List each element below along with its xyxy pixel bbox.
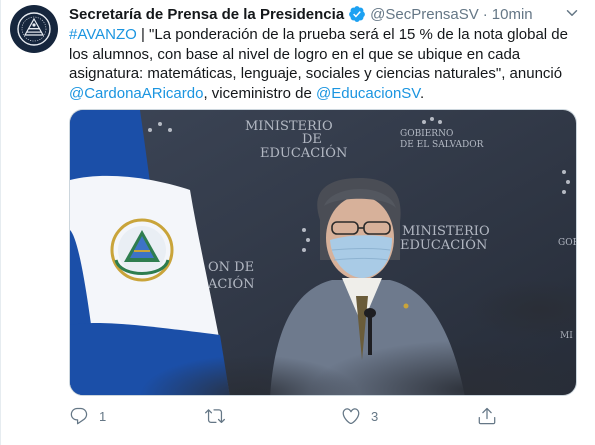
- mention-link-cardona[interactable]: @CardonaARicardo: [69, 85, 203, 102]
- avatar[interactable]: [10, 5, 58, 53]
- heart-icon: [342, 408, 360, 425]
- display-name[interactable]: Secretaría de Prensa de la Presidencia: [69, 6, 344, 23]
- separator-dot: ·: [482, 5, 488, 23]
- tweet-text-body: , viceministro de: [203, 84, 317, 102]
- el-salvador-seal-icon: [17, 12, 51, 46]
- reply-button[interactable]: 1: [69, 404, 106, 428]
- backdrop-text: ACIÓN: [207, 275, 255, 292]
- tweet-card[interactable]: Secretaría de Prensa de la Presidencia @…: [0, 0, 595, 445]
- mention-link-educacion[interactable]: @EducacionSV: [316, 85, 420, 102]
- hashtag-link[interactable]: #AVANZO: [69, 26, 137, 43]
- like-count: 3: [371, 408, 379, 424]
- like-button[interactable]: 3: [341, 404, 378, 428]
- backdrop-text: GOBIERNO: [400, 129, 453, 139]
- share-icon: [478, 407, 496, 425]
- backdrop-text: MINISTERIO: [402, 224, 490, 239]
- timestamp[interactable]: 10min: [492, 6, 533, 23]
- tweet-actions: 1 3: [69, 404, 539, 428]
- reply-icon: [70, 407, 88, 425]
- retweet-icon: [205, 409, 225, 424]
- reply-count: 1: [99, 408, 107, 424]
- backdrop-text: GOB: [558, 238, 577, 248]
- tweet-text: #AVANZO | "La ponderación de la prueba s…: [69, 25, 585, 103]
- share-button[interactable]: [477, 404, 497, 428]
- backdrop-text: ON DE: [208, 260, 254, 275]
- retweet-button[interactable]: [205, 404, 235, 428]
- chevron-down-icon[interactable]: [563, 4, 581, 22]
- backdrop-text: DE EL SALVADOR: [400, 140, 484, 150]
- tweet-text-body: .: [419, 84, 425, 102]
- tweet-text-body: | "La ponderación de la prueba será el 1…: [69, 26, 568, 83]
- verified-badge-icon: [348, 5, 366, 23]
- tweet-photo[interactable]: MINISTERIO DE EDUCACIÓN MINISTERIO EDUCA…: [69, 109, 577, 396]
- user-handle[interactable]: @SecPrensaSV: [370, 6, 479, 23]
- backdrop-text: EDUCACIÓN: [260, 144, 347, 161]
- backdrop-text: DE: [302, 132, 322, 147]
- tweet-header: Secretaría de Prensa de la Presidencia @…: [69, 4, 533, 24]
- backdrop-text: EDUCACIÓN: [400, 236, 487, 253]
- photo-minister-press-conference: MINISTERIO DE EDUCACIÓN MINISTERIO EDUCA…: [70, 110, 577, 395]
